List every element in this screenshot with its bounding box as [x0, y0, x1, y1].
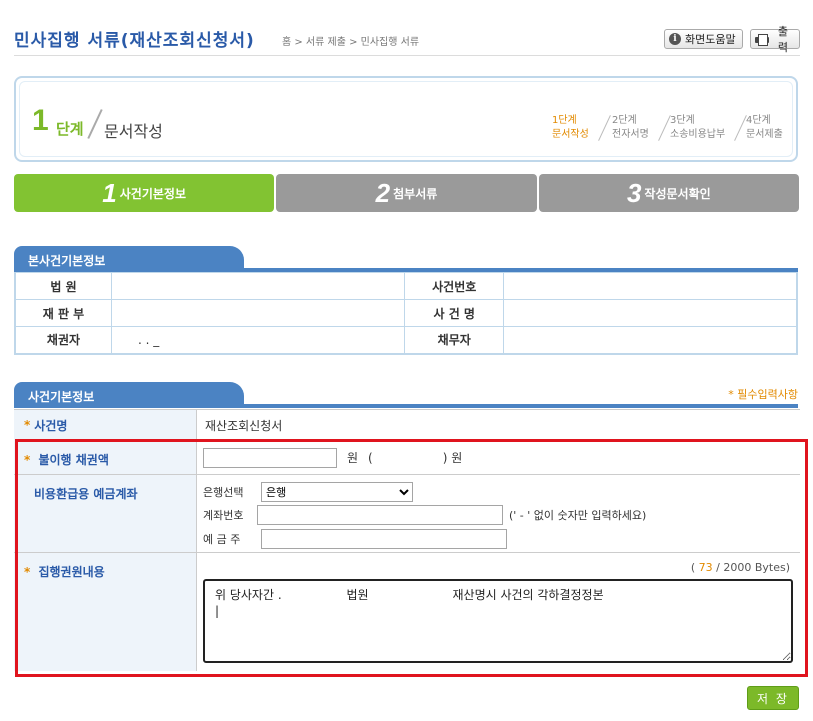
- division-label: 재 판 부: [14, 299, 112, 327]
- required-note: * 필수입력사항: [728, 388, 798, 401]
- account-number-input[interactable]: [257, 505, 503, 525]
- amount-paren-close: ) 원: [442, 451, 463, 465]
- case-number-value: [502, 272, 798, 300]
- help-button-label: 화면도움말: [685, 33, 736, 46]
- account-number-label: 계좌번호: [203, 509, 244, 522]
- form-row-refund-account: 비용환급용 예금계좌 은행선택 은행 계좌번호 (' - ' 없이 숫자만 입력…: [14, 475, 800, 553]
- account-number-hint: (' - ' 없이 숫자만 입력하세요): [509, 509, 647, 522]
- form-row-execution-title: * 집행권원내용 ( 73 / 2000 Bytes) 위 당사자간 . 법원 …: [14, 553, 800, 671]
- progress-step-2: 2단계 전자서명: [612, 115, 649, 140]
- unpaid-amount-input[interactable]: [203, 447, 337, 468]
- main-case-info-table: 법 원 사건번호 재 판 부 사 건 명 채권자 . . _ 채무자: [14, 272, 798, 355]
- progress-step-1: 1단계 문서작성: [552, 115, 589, 140]
- depositor-label: 예 금 주: [203, 533, 241, 546]
- bank-select-label: 은행선택: [203, 486, 244, 499]
- tab-attachments[interactable]: 2 첨부서류: [276, 174, 537, 212]
- page-title: 민사집행 서류(재산조회신청서): [14, 31, 255, 51]
- refund-account-label: 비용환급용 예금계좌: [14, 475, 196, 552]
- table-row: 법 원 사건번호: [14, 272, 798, 300]
- case-name-value: [502, 299, 798, 327]
- tab-case-basic-info[interactable]: 1 사건기본정보: [14, 174, 275, 212]
- division-value: [110, 299, 406, 327]
- creditor-value: . . _: [110, 326, 406, 354]
- byte-counter: ( 73 / 2000 Bytes): [690, 561, 790, 574]
- page-header: 민사집행 서류(재산조회신청서) 홈 > 서류 제출 > 민사집행 서류 i 화…: [14, 25, 800, 56]
- execution-title-textarea[interactable]: 위 당사자간 . 법원 재산명시 사건의 각하결정정본 |: [203, 579, 793, 663]
- bank-select[interactable]: 은행: [261, 482, 413, 502]
- case-name-field-value: 재산조회신청서: [196, 409, 800, 441]
- court-label: 법 원: [14, 272, 112, 300]
- main-case-info-heading: 본사건기본정보: [14, 246, 798, 272]
- form-row-amount: * 불이행 채권액 원 ( ) 원: [14, 441, 800, 475]
- debtor-value: [502, 326, 798, 354]
- case-info-form: * 사건명 재산조회신청서 * 불이행 채권액 원 ( ) 원 비용환급용 예금…: [14, 409, 800, 671]
- printer-icon: [755, 33, 769, 46]
- byte-count-value: 73: [698, 561, 713, 574]
- tab-document-review[interactable]: 3 작성문서확인: [538, 174, 799, 212]
- depositor-input[interactable]: [261, 529, 507, 549]
- step-tabs: 1 사건기본정보 2 첨부서류 3 작성문서확인: [14, 174, 799, 212]
- table-row: 재 판 부 사 건 명: [14, 299, 798, 327]
- save-button[interactable]: 저 장: [747, 686, 799, 710]
- current-step-number: 1: [32, 104, 49, 137]
- table-row: 채권자 . . _ 채무자: [14, 326, 798, 354]
- print-button[interactable]: 출력: [750, 25, 800, 54]
- step-indicator: 1 단계 문서작성 1단계 문서작성 2단계 전자서명 3단계 소송비용납부 4…: [14, 76, 798, 162]
- amount-paren-open: (: [368, 450, 373, 465]
- case-name-label: 사 건 명: [404, 299, 504, 327]
- case-name-field-label: 사건명: [34, 418, 68, 433]
- current-step-word: 단계: [56, 120, 84, 138]
- case-number-label: 사건번호: [404, 272, 504, 300]
- progress-step-4: 4단계 문서제출: [746, 115, 783, 140]
- debtor-label: 채무자: [404, 326, 504, 354]
- current-step-title: 문서작성: [104, 122, 163, 141]
- help-icon: i: [669, 33, 681, 45]
- progress-step-3: 3단계 소송비용납부: [670, 115, 726, 140]
- breadcrumb: 홈 > 서류 제출 > 민사집행 서류: [282, 37, 420, 48]
- amount-unit: 원: [347, 451, 359, 465]
- print-button-label: 출력: [777, 25, 788, 54]
- amount-field-label: 불이행 채권액: [38, 453, 109, 467]
- help-button[interactable]: i 화면도움말: [664, 29, 743, 49]
- court-value: [110, 272, 406, 300]
- creditor-label: 채권자: [14, 326, 112, 354]
- execution-title-label: 집행권원내용: [38, 565, 105, 579]
- form-row-case-name: * 사건명 재산조회신청서: [14, 409, 800, 441]
- case-info-form-heading: 사건기본정보 * 필수입력사항: [14, 382, 798, 408]
